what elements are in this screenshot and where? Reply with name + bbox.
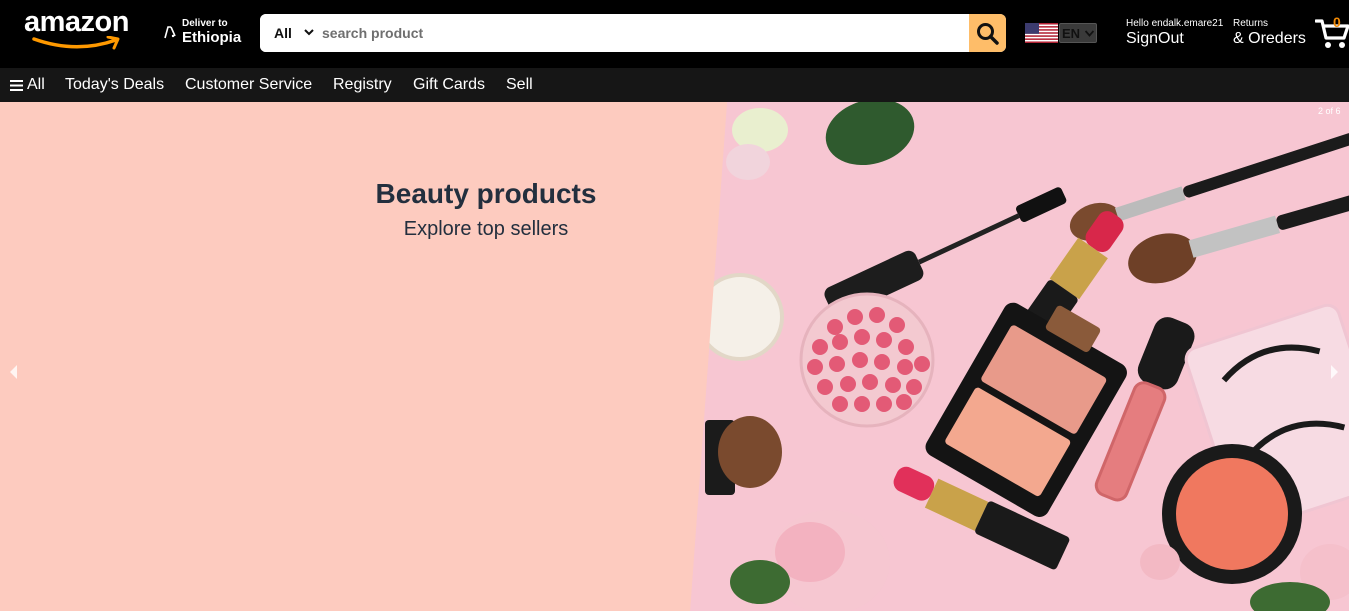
- search-category-select[interactable]: All: [260, 14, 318, 52]
- language-code: EN: [1062, 26, 1081, 41]
- orders-label: & Oreders: [1233, 30, 1306, 47]
- nav-all-label: All: [27, 76, 45, 93]
- us-flag-icon: [1025, 23, 1058, 43]
- nav-bar: All Today's Deals Customer Service Regis…: [0, 68, 1349, 102]
- returns-label: Returns: [1233, 18, 1269, 29]
- hero-beauty-image: [0, 102, 1349, 611]
- language-dropdown[interactable]: EN: [1059, 23, 1097, 43]
- cart-count: 0: [1333, 14, 1341, 30]
- hero-carousel: Beauty products Explore top sellers 2 of…: [0, 102, 1349, 611]
- deliver-to[interactable]: Deliver to Ethiopia: [162, 16, 252, 50]
- nav-item-customer-service[interactable]: Customer Service: [185, 76, 312, 94]
- location-pin-icon: [164, 26, 176, 39]
- nav-item-todays-deals[interactable]: Today's Deals: [65, 76, 164, 94]
- returns-orders[interactable]: Returns & Oreders: [1233, 18, 1313, 52]
- search-input[interactable]: [322, 14, 962, 52]
- top-header: amazon Deliver to Ethiopia All search pr…: [0, 0, 1349, 68]
- language-selector[interactable]: EN: [1025, 23, 1097, 43]
- logo-text: amazon: [24, 6, 129, 38]
- chevron-down-icon: [1085, 30, 1094, 37]
- nav-item-gift-cards[interactable]: Gift Cards: [413, 76, 485, 94]
- deliver-location: Ethiopia: [182, 29, 242, 46]
- search-icon: [977, 23, 999, 45]
- search-category-label: All: [274, 25, 292, 41]
- sign-out-link[interactable]: SignOut: [1126, 30, 1184, 48]
- nav-item-registry[interactable]: Registry: [333, 76, 392, 94]
- hero-subtitle: Explore top sellers: [403, 218, 569, 240]
- hero-title: Beauty products: [375, 178, 597, 209]
- slide-counter: 2 of 6: [1318, 106, 1341, 116]
- cart-icon: [1315, 19, 1349, 48]
- chevron-down-icon: [304, 29, 314, 36]
- nav-all-menu[interactable]: All: [10, 76, 45, 94]
- arrow-right-icon[interactable]: [1330, 364, 1340, 380]
- amazon-smile-icon: [32, 36, 120, 50]
- deliver-label: Deliver to: [182, 18, 228, 29]
- search-bar: All: [260, 14, 1006, 52]
- arrow-left-icon[interactable]: [8, 364, 18, 380]
- search-button[interactable]: [969, 14, 1006, 52]
- nav-item-sell[interactable]: Sell: [506, 76, 533, 94]
- amazon-logo[interactable]: amazon: [22, 6, 144, 50]
- account-menu[interactable]: Hello endalk.emare21 SignOut: [1126, 18, 1231, 52]
- hamburger-icon: [10, 79, 23, 91]
- cart-button[interactable]: 0: [1315, 14, 1349, 52]
- account-greeting: Hello endalk.emare21: [1126, 18, 1224, 29]
